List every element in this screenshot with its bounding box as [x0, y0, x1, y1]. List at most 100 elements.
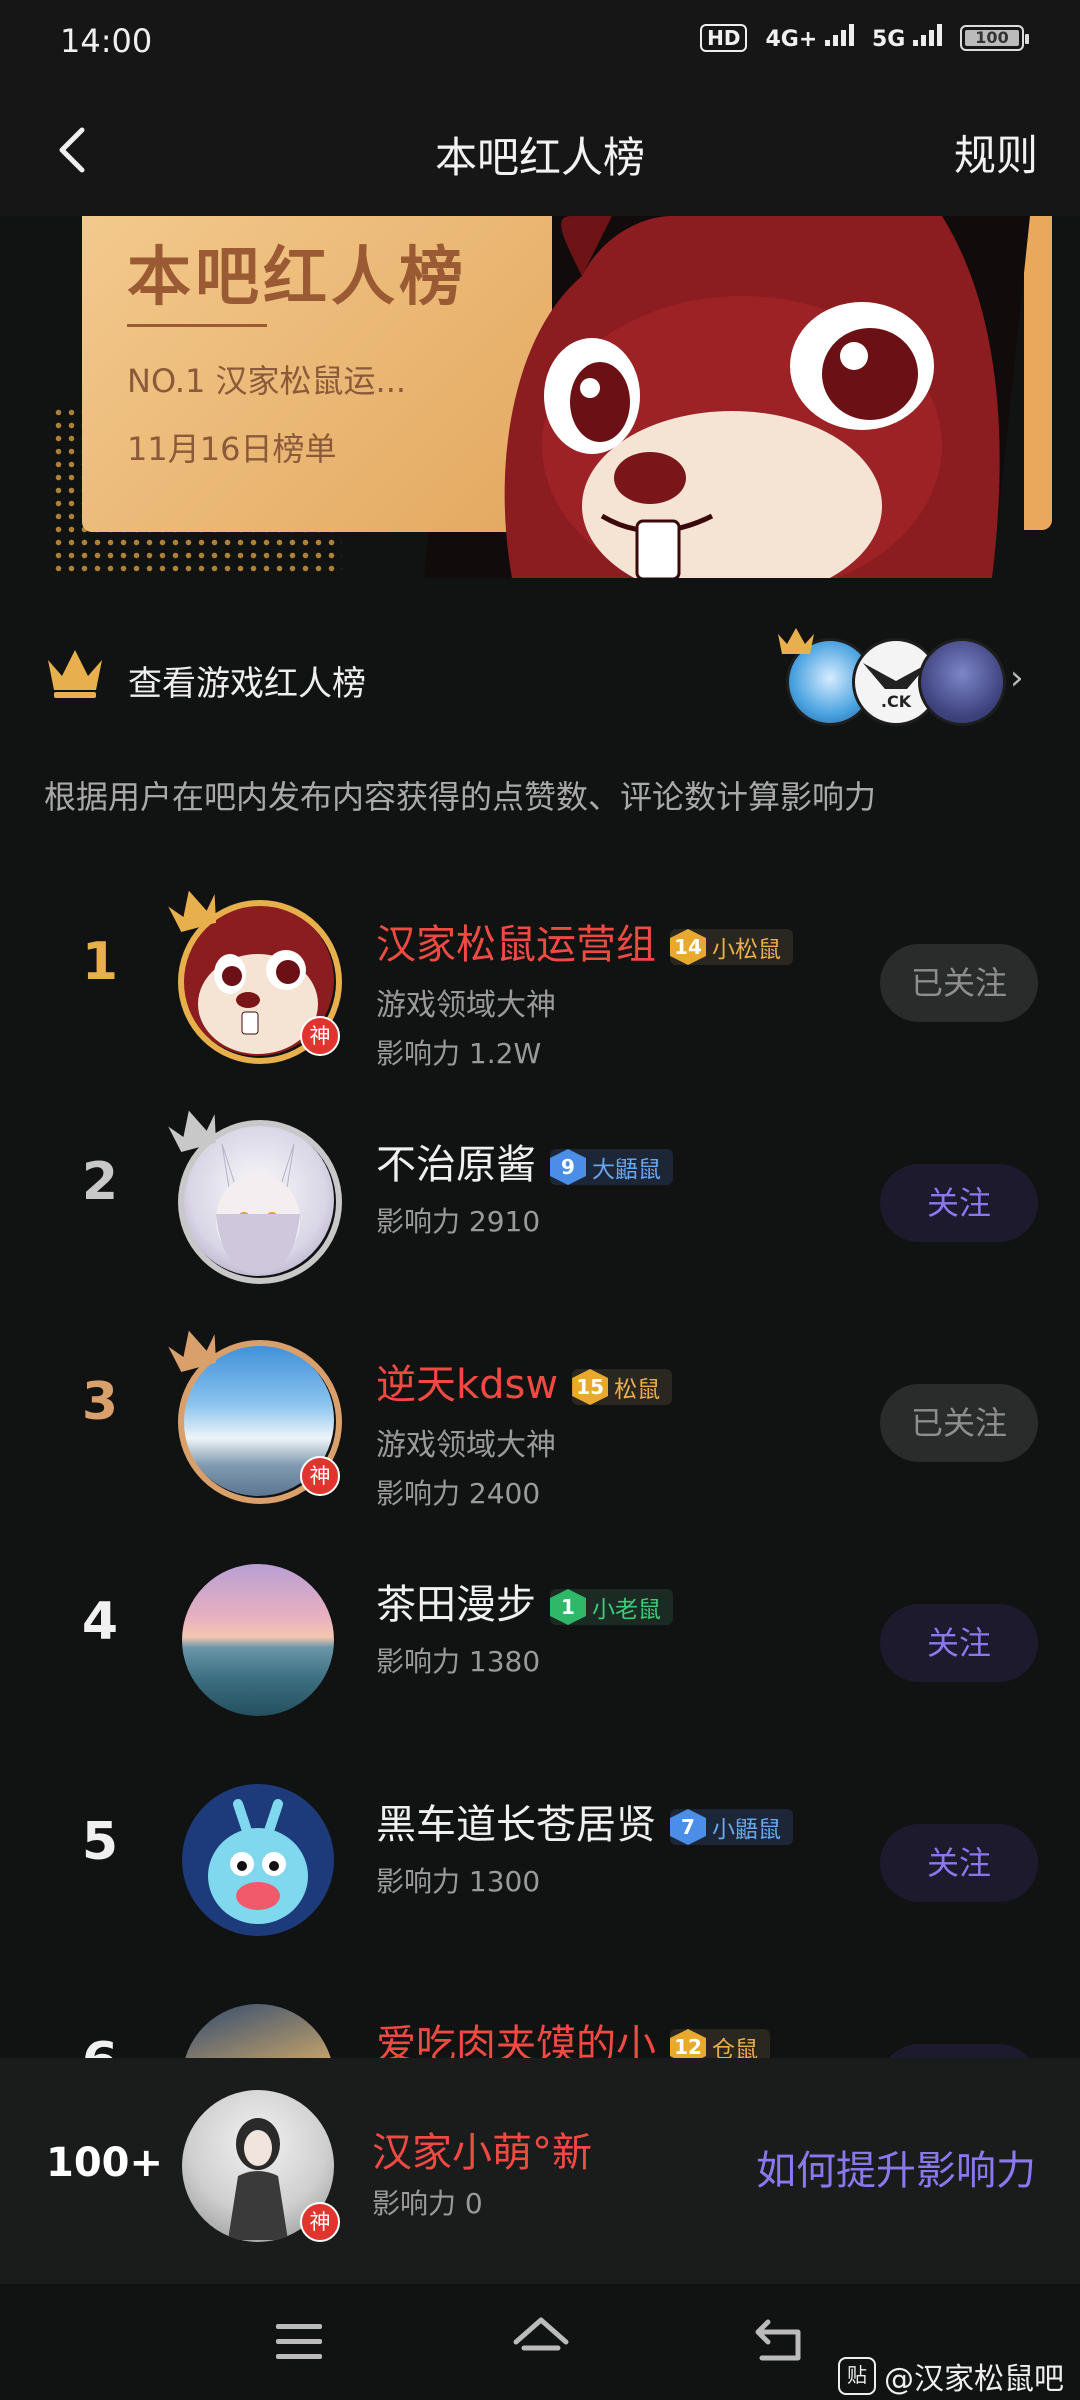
improve-influence-link[interactable]: 如何提升影响力: [756, 2138, 1036, 2196]
level-title: 小松鼠: [712, 937, 781, 963]
home-icon[interactable]: [510, 2314, 572, 2366]
avatar[interactable]: [182, 1784, 342, 1944]
my-avatar[interactable]: 神: [182, 2090, 342, 2250]
avatar[interactable]: 神: [168, 890, 342, 1064]
rules-button[interactable]: 规则: [954, 122, 1038, 183]
influence: 影响力 1380: [376, 1640, 540, 1680]
follow-button[interactable]: 已关注: [880, 1384, 1038, 1462]
svg-text:.CK: .CK: [881, 692, 912, 711]
follow-button[interactable]: 已关注: [880, 944, 1038, 1022]
level-number: 14: [670, 929, 706, 965]
my-rank-bar: 100+ 神 汉家小萌°新 影响力 0 如何提升影响力: [0, 2058, 1080, 2284]
influence: 影响力 1.2W: [376, 1032, 541, 1072]
avatar[interactable]: [182, 1564, 342, 1724]
rank-number: 1: [81, 932, 119, 992]
level-title: 小鼯鼠: [712, 1817, 781, 1843]
my-influence: 影响力 0: [372, 2182, 483, 2222]
top-banner[interactable]: 本吧红人榜 NO.1 汉家松鼠运... 11月16日榜单: [52, 216, 1052, 578]
shen-badge: 神: [300, 1456, 340, 1496]
level-title: 小老鼠: [592, 1597, 661, 1623]
level-title: 大鼯鼠: [592, 1157, 661, 1183]
nav-bar: 本吧红人榜 规则: [0, 84, 1080, 216]
signal-icon: [824, 24, 854, 46]
user-name[interactable]: 汉家松鼠运营组 14 小松鼠: [376, 912, 793, 970]
influence-value: 1300: [468, 1865, 541, 1898]
user-name[interactable]: 茶田漫步 1 小老鼠: [376, 1572, 673, 1630]
influence-value: 1.2W: [468, 1037, 542, 1070]
bronze-crown-icon: [168, 1330, 217, 1373]
squirrel-mascot-image: [504, 216, 1000, 578]
level-title: 松鼠: [614, 1377, 661, 1403]
influence-value: 2400: [468, 1477, 541, 1510]
follow-button[interactable]: 关注: [880, 1604, 1038, 1682]
avatar[interactable]: 神: [168, 1330, 342, 1504]
rank-row[interactable]: 5 黑车道长苍居贤 7 小鼯鼠 影响力 1300 关注: [0, 1748, 1080, 1948]
battery-level: 100: [965, 30, 1019, 46]
user-name[interactable]: 不治原酱 9 大鼯鼠: [376, 1132, 673, 1190]
user-tag: 游戏领域大神: [376, 988, 556, 1023]
level-badge: 9 大鼯鼠: [550, 1149, 673, 1185]
banner-divider: [127, 324, 267, 327]
rank-number: 5: [81, 1812, 119, 1872]
banner-title: 本吧红人榜: [127, 241, 467, 315]
battery-icon: 100: [960, 25, 1029, 51]
watermark-text: @汉家松鼠吧: [884, 2362, 1064, 2397]
user-name[interactable]: 黑车道长苍居贤 7 小鼯鼠: [376, 1792, 793, 1850]
my-user-name: 汉家小萌°新: [372, 2130, 592, 2176]
avatar-image: [182, 1564, 334, 1716]
influence: 影响力 2400: [376, 1472, 540, 1512]
banner-no1: NO.1 汉家松鼠运...: [127, 362, 407, 400]
user-name-text: 汉家松鼠运营组: [376, 922, 656, 968]
signal-5g: 5G: [872, 24, 942, 52]
rank-row[interactable]: 3 神 逆天kdsw 15 松鼠 游戏领域大神 影响力 2400 已关注: [0, 1308, 1080, 1510]
game-user-avatar: [918, 638, 1006, 726]
level-number: 9: [550, 1149, 586, 1185]
rank-row[interactable]: 4 茶田漫步 1 小老鼠 影响力 1380 关注: [0, 1528, 1080, 1728]
signal-4g: 4G+: [765, 24, 854, 52]
avatar[interactable]: [168, 1110, 342, 1284]
avatar-image: [182, 1784, 334, 1936]
influence-label: 影响力: [376, 1205, 461, 1238]
game-chart-label: 查看游戏红人榜: [128, 664, 366, 704]
back-nav-icon[interactable]: [752, 2316, 808, 2364]
signal-icon: [913, 24, 942, 46]
user-name-text: 黑车道长苍居贤: [376, 1802, 656, 1848]
banner-date: 11月16日榜单: [127, 430, 337, 468]
gold-crown-icon: [168, 890, 217, 933]
user-name[interactable]: 逆天kdsw 15 松鼠: [376, 1352, 673, 1410]
follow-button[interactable]: 关注: [880, 1824, 1038, 1902]
status-bar: 14:00 HD 4G+ 5G 100: [0, 0, 1080, 84]
level-number: 15: [572, 1369, 609, 1405]
tieba-logo-icon: 贴: [838, 2357, 876, 2395]
level-badge: 1 小老鼠: [550, 1589, 673, 1625]
influence-label: 影响力: [376, 1477, 461, 1510]
status-time: 14:00: [60, 22, 153, 60]
game-chart-entry[interactable]: 查看游戏红人榜 .CK ›: [0, 620, 1080, 740]
user-tag: 游戏领域大神: [376, 1428, 556, 1463]
rank-number: 2: [81, 1152, 119, 1212]
rank-number: 3: [81, 1372, 119, 1432]
page-title: 本吧红人榜: [434, 133, 645, 182]
net-label-2: 5G: [871, 27, 906, 52]
crown-icon: [778, 628, 814, 654]
rank-number: 4: [81, 1592, 119, 1652]
level-badge: 7 小鼯鼠: [670, 1809, 793, 1845]
influence-label: 影响力: [376, 1645, 461, 1678]
rank-row[interactable]: 2 不治原酱 9 大鼯鼠 影响力 2910 关注: [0, 1088, 1080, 1288]
net-label-1: 4G+: [765, 27, 818, 52]
silver-crown-icon: [168, 1110, 217, 1153]
crown-icon: [48, 650, 102, 698]
follow-button[interactable]: 关注: [880, 1164, 1038, 1242]
my-rank-number: 100+: [46, 2140, 164, 2186]
influence-label: 影响力: [372, 2187, 457, 2220]
shen-badge: 神: [300, 2202, 340, 2242]
watermark: 贴 @汉家松鼠吧: [838, 2354, 1064, 2398]
influence: 影响力 2910: [376, 1200, 540, 1240]
influence-value: 2910: [468, 1205, 541, 1238]
influence-value: 0: [464, 2187, 483, 2220]
level-badge: 14 小松鼠: [670, 929, 793, 965]
level-number: 1: [550, 1589, 586, 1625]
rank-row[interactable]: 1 神 汉家松鼠运营组 14 小松鼠 游戏领域大神 影响力 1.2W 已关注: [0, 868, 1080, 1070]
menu-icon[interactable]: [272, 2320, 326, 2364]
chevron-right-icon: ›: [1010, 658, 1024, 698]
